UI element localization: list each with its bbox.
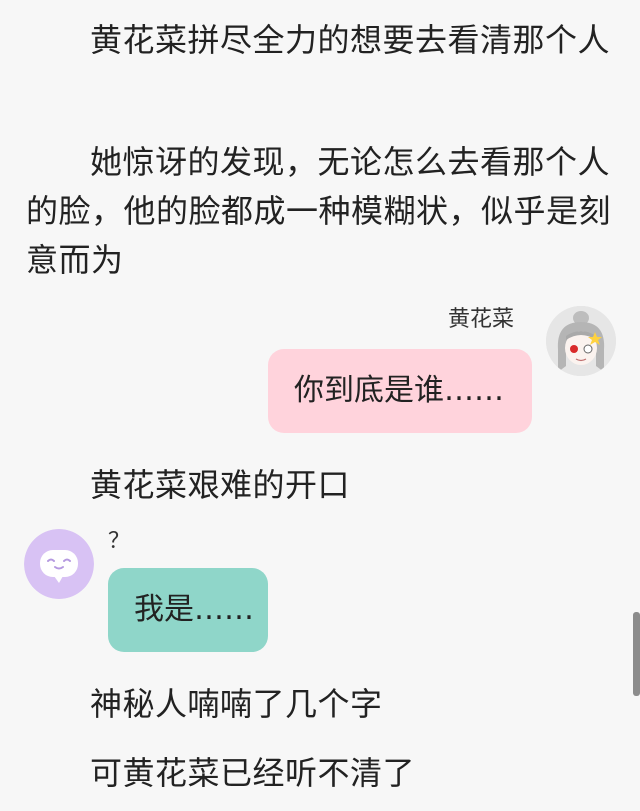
story-paragraph-1: 黄花菜拼尽全力的想要去看清那个人 [90, 21, 611, 59]
right-message-text: 你到底是谁…… [294, 373, 504, 408]
left-speaker-name: ？ [108, 529, 131, 554]
story-paragraph-5: 可黄花菜已经听不清了 [90, 754, 416, 792]
right-message-bubble: 你到底是谁…… [268, 349, 532, 433]
chat-bubble-face-icon[interactable] [24, 529, 94, 599]
scrollbar-thumb[interactable] [633, 612, 640, 696]
story-paragraph-4: 神秘人喃喃了几个字 [90, 685, 383, 723]
gray-haired-anime-girl-avatar-icon[interactable] [546, 306, 616, 376]
story-paragraph-2: 她惊讶的发现，无论怎么去看那个人的脸，他的脸都成一种模糊状，似乎是刻意而为 [26, 143, 612, 279]
left-message-bubble: 我是…… [108, 568, 268, 652]
left-message-text: 我是…… [134, 592, 254, 627]
story-paragraph-3: 黄花菜艰难的开口 [90, 466, 351, 504]
right-speaker-name: 黄花菜 [448, 307, 515, 332]
